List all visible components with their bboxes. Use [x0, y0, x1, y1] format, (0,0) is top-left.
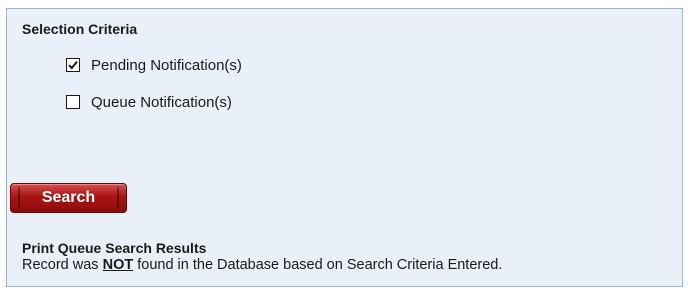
- results-message-suffix: found in the Database based on Search Cr…: [133, 257, 503, 273]
- results-message-prefix: Record was: [22, 257, 103, 273]
- pending-notifications-label[interactable]: Pending Notification(s): [91, 57, 242, 74]
- queue-notifications-label[interactable]: Queue Notification(s): [91, 94, 232, 111]
- option-pending-notifications[interactable]: Pending Notification(s): [66, 57, 242, 74]
- button-right-cap: [117, 187, 119, 209]
- selection-criteria-title: Selection Criteria: [22, 21, 138, 37]
- option-queue-notifications[interactable]: Queue Notification(s): [66, 94, 232, 111]
- queue-notifications-checkbox[interactable]: [66, 95, 80, 109]
- results-message-emphasis: NOT: [102, 257, 134, 273]
- search-button-label: Search: [41, 189, 96, 206]
- search-button[interactable]: Search: [10, 183, 127, 213]
- results-message: Record was NOT found in the Database bas…: [22, 257, 502, 273]
- pending-notifications-checkbox[interactable]: [66, 58, 80, 72]
- checkmark-icon: [68, 60, 78, 70]
- button-left-cap: [18, 187, 20, 209]
- results-title: Print Queue Search Results: [22, 240, 207, 256]
